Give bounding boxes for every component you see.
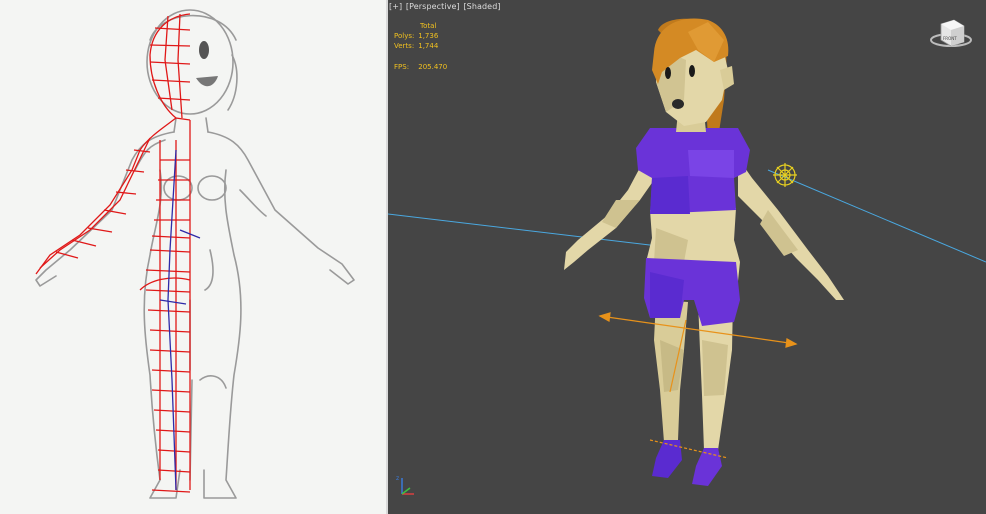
sketch-drawing [35, 9, 355, 499]
stats-verts: Verts: 1,744 [394, 41, 438, 51]
stats-verts-label: Verts: [394, 42, 415, 50]
perspective-viewport[interactable]: z FRONT [+] [Perspective] [Shaded] Total… [388, 0, 986, 514]
light-gizmo-icon[interactable] [773, 163, 797, 187]
viewport-menu-perspective[interactable]: [Perspective] [406, 2, 460, 11]
stats-header: Total [420, 22, 437, 30]
concept-sketch-panel [0, 0, 386, 514]
blue-guide-lines [159, 149, 201, 491]
stats-fps-label: FPS: [394, 63, 410, 71]
red-wireframe-overlay [35, 13, 191, 493]
svg-text:z: z [396, 475, 399, 482]
viewcube-icon[interactable]: FRONT [930, 19, 972, 47]
stats-polys: Polys: 1,736 [394, 31, 438, 41]
viewport-scene: z FRONT [388, 18, 986, 495]
viewport-menu-plus[interactable]: [+] [389, 2, 402, 11]
stats-fps-value: 205.470 [418, 63, 448, 71]
stats-polys-value: 1,736 [418, 32, 439, 40]
pencil-outline [35, 9, 355, 499]
stats-polys-label: Polys: [394, 32, 415, 40]
sketch-face [196, 41, 218, 87]
move-gizmo-icon[interactable] [598, 312, 798, 459]
axis-tripod-icon: z [396, 475, 414, 495]
stats-verts-value: 1,744 [418, 42, 439, 50]
viewport-menu-shaded[interactable]: [Shaded] [463, 2, 500, 11]
character-model[interactable] [564, 18, 844, 486]
stats-fps: FPS: 205.470 [394, 62, 447, 72]
viewport-label-menu[interactable]: [+] [Perspective] [Shaded] [389, 2, 502, 11]
viewcube-label: FRONT [943, 36, 957, 41]
